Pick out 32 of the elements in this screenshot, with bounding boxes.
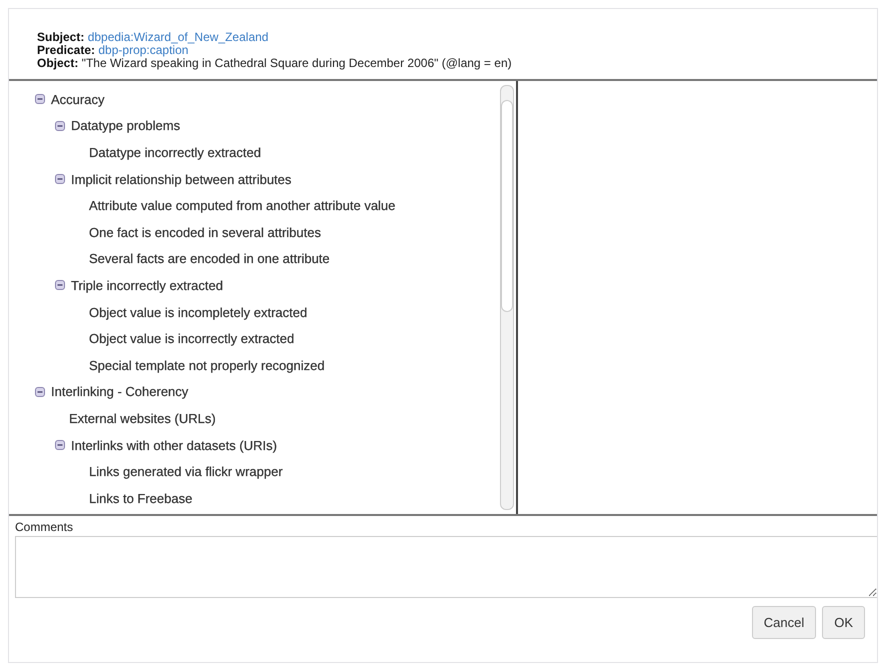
cancel-button[interactable]: Cancel [752, 606, 816, 639]
subject-line: Subject: dbpedia:Wizard_of_New_Zealand [37, 31, 270, 44]
comments-label: Comments [14, 519, 74, 534]
tree-item[interactable]: Attribute value computed from another attribute value [89, 198, 396, 214]
tree-item[interactable]: Interlinks with other datasets (URIs) [71, 438, 277, 453]
tree-item[interactable]: Object value is incompletely extracted [89, 304, 308, 320]
comments-field[interactable] [15, 536, 877, 598]
tree-item[interactable]: Object value is incorrectly extracted [89, 331, 294, 346]
collapse-icon[interactable] [55, 120, 65, 131]
tree-item[interactable]: Datatype incorrectly extracted [89, 144, 261, 160]
tree-item[interactable]: Datatype problems [71, 118, 180, 134]
tree-item[interactable]: Implicit relationship between attributes [71, 172, 292, 187]
collapse-icon[interactable] [55, 174, 65, 184]
object-line: Object: "The Wizard speaking in Cathedral Square during December 2006" (@lang = en) [37, 57, 513, 70]
tree-item[interactable]: Links to Freebase [89, 490, 192, 506]
tree-item[interactable]: Special template not properly recognized [89, 358, 325, 373]
collapse-icon[interactable] [35, 386, 45, 397]
tree-item[interactable]: External websites (URLs) [69, 410, 216, 426]
scrollbar[interactable] [500, 85, 514, 510]
tree-item[interactable]: Triple incorrectly extracted [71, 278, 223, 293]
tree-item[interactable]: Accuracy [51, 92, 104, 107]
predicate-link[interactable]: dbp-prop:caption [98, 43, 188, 57]
tree-item[interactable]: Several facts are encoded in one attribute [89, 251, 330, 266]
predicate-line: Predicate: dbp-prop:caption [37, 44, 188, 57]
collapse-icon[interactable] [35, 94, 45, 104]
tree-item[interactable]: Interlinking - Coherency [51, 384, 188, 400]
collapse-icon[interactable] [55, 440, 65, 450]
tree-item[interactable]: Links generated via flickr wrapper [89, 464, 283, 480]
tree-item[interactable]: One fact is encoded in several attributes [89, 224, 321, 240]
ok-button[interactable]: OK [822, 606, 865, 639]
collapse-icon[interactable] [55, 280, 65, 290]
subject-link[interactable]: dbpedia:Wizard_of_New_Zealand [88, 30, 268, 44]
